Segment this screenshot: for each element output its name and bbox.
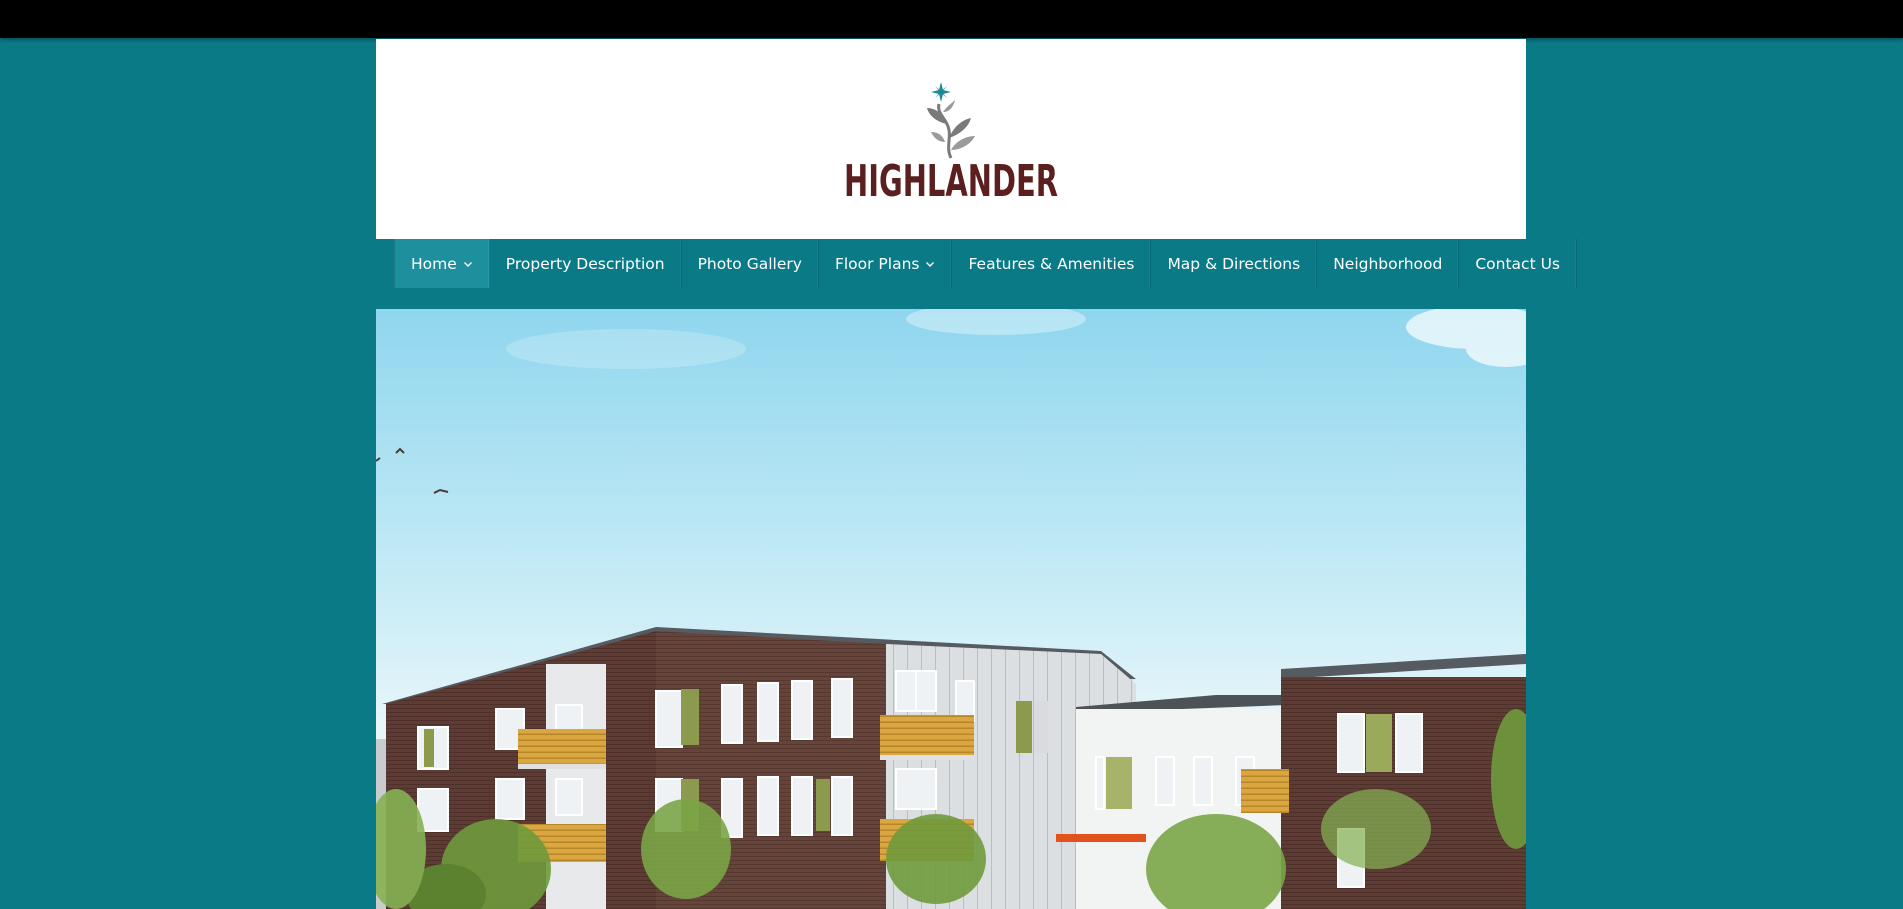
star-icon [931,81,951,102]
nav-item-label: Contact Us [1475,254,1560,273]
flower-sprig-icon [927,99,975,159]
hero-image [376,309,1526,909]
top-black-bar [0,0,1903,38]
nav-item-label: Photo Gallery [697,254,802,273]
apartment-building-rendering [376,309,1526,909]
page-container: HIGHLANDER Home Property Description Pho… [376,39,1577,909]
nav-item-photo-gallery[interactable]: Photo Gallery [682,239,819,288]
nav-item-label: Home [411,254,457,273]
nav-menu: Home Property Description Photo Gallery … [394,239,1577,288]
nav-item-label: Features & Amenities [968,254,1135,273]
nav-item-neighborhood[interactable]: Neighborhood [1317,239,1460,288]
main-navigation: Home Property Description Photo Gallery … [376,239,1577,299]
nav-item-contact-us[interactable]: Contact Us [1459,239,1577,288]
nav-item-property-description[interactable]: Property Description [490,239,682,288]
site-logo: HIGHLANDER [844,81,1058,203]
nav-item-label: Map & Directions [1167,254,1301,273]
nav-item-features-amenities[interactable]: Features & Amenities [952,239,1152,288]
nav-item-label: Floor Plans [834,254,920,273]
building-far-right [1281,677,1526,909]
nav-item-label: Property Description [505,254,665,273]
entry-canopy [1056,834,1146,842]
nav-item-label: Neighborhood [1333,254,1443,273]
site-logo-link[interactable]: HIGHLANDER [841,76,1061,203]
nav-item-home[interactable]: Home [394,239,490,288]
chevron-down-icon [463,261,472,267]
logo-wordmark: HIGHLANDER [844,156,1058,203]
nav-item-map-directions[interactable]: Map & Directions [1151,239,1318,288]
chevron-down-icon [926,261,935,267]
nav-item-floor-plans[interactable]: Floor Plans [819,239,953,288]
site-header: HIGHLANDER [376,39,1526,239]
